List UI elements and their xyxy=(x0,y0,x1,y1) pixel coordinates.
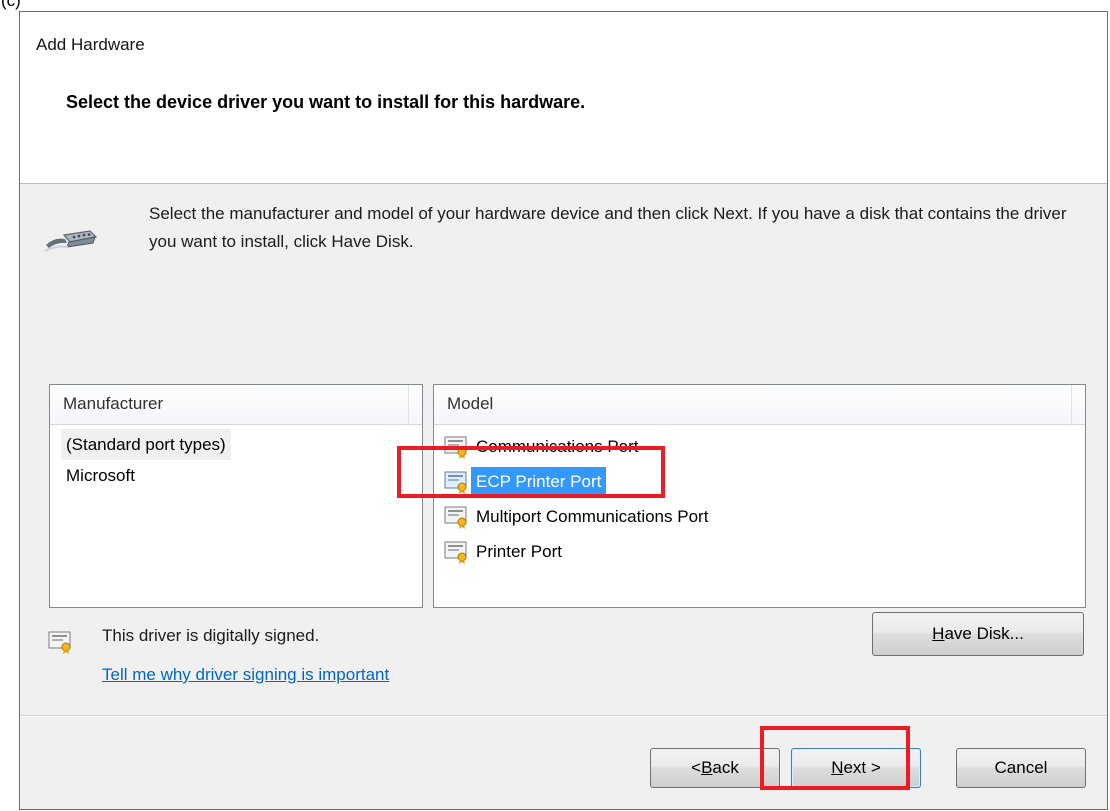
driver-signed-status: This driver is digitally signed. xyxy=(102,626,320,645)
instructions-text: Select the manufacturer and model of you… xyxy=(149,204,1067,251)
model-listbox[interactable]: Model Communications Port ECP Printer Po… xyxy=(433,384,1086,608)
model-item-ecp-printer-port[interactable]: ECP Printer Port xyxy=(444,464,1085,499)
manufacturer-item-standard-port-types[interactable]: (Standard port types) xyxy=(61,429,231,460)
next-button[interactable]: Next > xyxy=(791,748,921,788)
manufacturer-listbox[interactable]: Manufacturer (Standard port types) Micro… xyxy=(49,384,423,608)
model-item-communications-port[interactable]: Communications Port xyxy=(444,429,1085,464)
have-disk-mnemonic: H xyxy=(932,624,945,643)
have-disk-label-rest: ave Disk... xyxy=(944,624,1024,643)
manufacturer-item-microsoft[interactable]: Microsoft xyxy=(61,460,140,491)
model-item-multiport-communications-port[interactable]: Multiport Communications Port xyxy=(444,499,1085,534)
model-list: Communications Port ECP Printer Port Mul… xyxy=(434,425,1085,569)
screenshot-page: (c) Add Hardware Select the device drive… xyxy=(0,0,1110,811)
next-label-rest: ext > xyxy=(843,758,881,777)
window-title: Add Hardware xyxy=(36,35,145,54)
model-item-label: ECP Printer Port xyxy=(471,467,607,496)
have-disk-button[interactable]: Have Disk... xyxy=(872,612,1084,656)
manufacturer-list-item[interactable]: Microsoft xyxy=(50,460,422,491)
model-item-printer-port[interactable]: Printer Port xyxy=(444,534,1085,569)
cancel-button[interactable]: Cancel xyxy=(956,748,1086,788)
manufacturer-list: (Standard port types) Microsoft xyxy=(50,425,422,491)
certificate-icon xyxy=(444,505,469,529)
certificate-icon xyxy=(444,435,469,459)
back-mnemonic: B xyxy=(701,758,713,777)
manufacturer-list-item[interactable]: (Standard port types) xyxy=(50,429,422,460)
driver-signing-help-link[interactable]: Tell me why driver signing is important xyxy=(102,665,389,685)
back-label-rest: ack xyxy=(712,758,739,777)
model-item-label: Printer Port xyxy=(476,542,562,561)
next-mnemonic: N xyxy=(831,758,844,777)
certificate-icon xyxy=(444,470,469,494)
back-button[interactable]: < Back xyxy=(650,748,780,788)
model-item-label: Communications Port xyxy=(476,437,639,456)
manufacturer-column-header[interactable]: Manufacturer xyxy=(50,385,422,425)
model-column-header[interactable]: Model xyxy=(434,385,1085,425)
back-label-prefix: < xyxy=(691,758,702,777)
footer-divider xyxy=(20,715,1107,717)
page-heading: Select the device driver you want to ins… xyxy=(66,92,586,112)
certificate-icon xyxy=(48,630,73,654)
model-item-label: Multiport Communications Port xyxy=(476,507,709,526)
corner-caption: (c) xyxy=(1,0,21,10)
dialog-header: Add Hardware Select the device driver yo… xyxy=(20,12,1107,184)
certificate-icon xyxy=(444,540,469,564)
serial-port-cable-icon xyxy=(44,225,98,255)
add-hardware-dialog: Add Hardware Select the device driver yo… xyxy=(19,11,1108,810)
